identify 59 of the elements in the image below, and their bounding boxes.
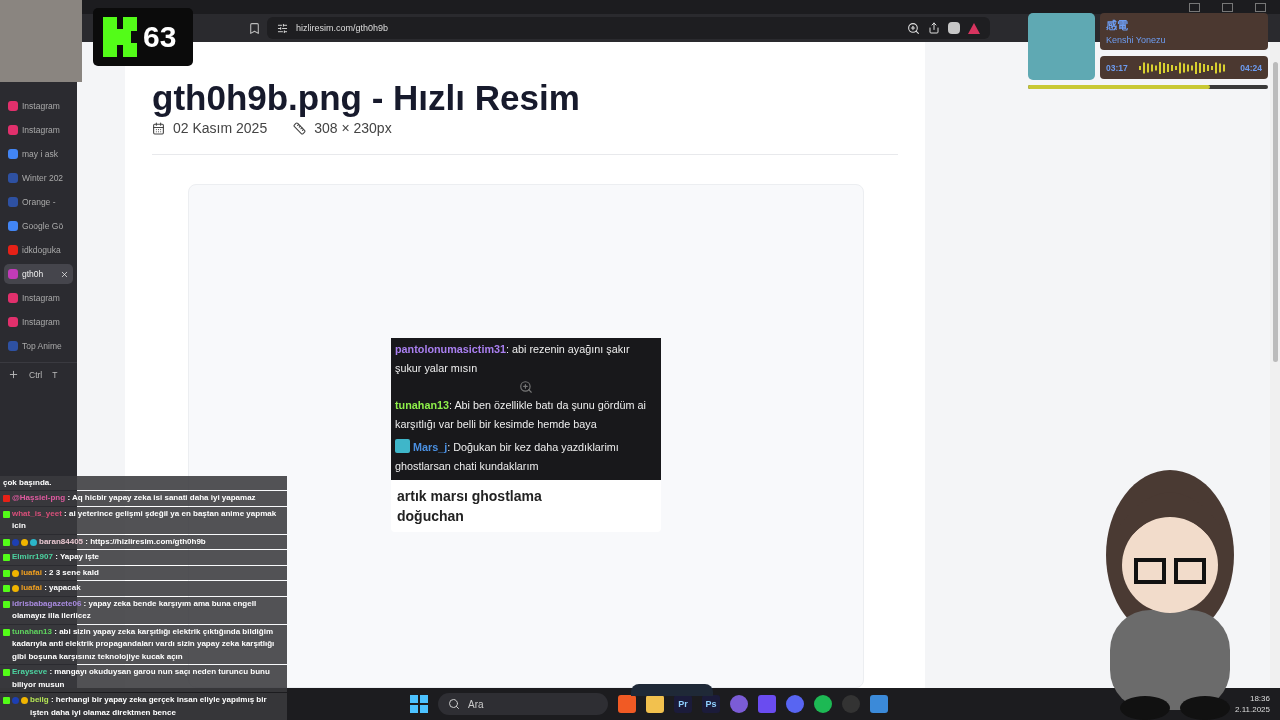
chat-message: what_is_yeet : ai yeterince gelişmi şdeğil ya en baştan anime yapmak icin <box>12 507 278 532</box>
search-icon <box>448 698 460 710</box>
counter-badge: 63 <box>93 8 193 66</box>
chat-message: Erayseve : mangayı okuduysan garou nun saçı neden turuncu bunu biliyor musun <box>12 666 271 691</box>
chat-message: idrisbabagazete06 : yapay zeka bende karşıyım ama buna engell olamayız illa ilerlicez <box>12 597 258 622</box>
chat-screenshot[interactable] <box>391 338 661 532</box>
chat-message: @Haşsiel-png : Aq hicbir yapay zeka isi sanati daha iyi yapamaz <box>12 492 257 504</box>
new-tab-icon[interactable] <box>8 369 19 380</box>
share-icon[interactable] <box>928 22 940 34</box>
browser-tab[interactable]: Winter 202 <box>4 168 73 188</box>
zoom-icon[interactable] <box>907 21 920 35</box>
shortcut-key: Ctrl <box>29 369 43 380</box>
chat-message: luafai : yapacak <box>21 582 82 594</box>
browser-tab[interactable]: Top Anime <box>4 336 73 356</box>
screenshot-message: Mars_j: Doğukan bir kez daha yazdıklarimı ghostlarsan chati kundaklarım <box>395 438 620 474</box>
song-title: 感電 <box>1106 18 1129 33</box>
close-button[interactable] <box>1255 2 1266 12</box>
shortcut-key: T <box>52 369 58 380</box>
triangle-icon[interactable] <box>968 22 980 34</box>
clock[interactable]: 18:36 2.11.2025 <box>1235 693 1270 715</box>
close-tab-icon[interactable] <box>60 269 69 279</box>
screenshot-caption: doğuchan <box>397 507 465 526</box>
elapsed-time: 03:17 <box>1106 62 1128 73</box>
screenshot-message: pantolonumasictim31: abi rezenin ayağını şakır şukur yalar mısın <box>395 342 631 376</box>
minimize-button[interactable] <box>1189 2 1200 12</box>
browser-tab[interactable]: Orange - <box>4 192 73 212</box>
total-time: 04:24 <box>1240 62 1262 73</box>
browser-tab[interactable]: Instagram <box>4 120 73 140</box>
browser-tab[interactable]: idkdoguka <box>4 240 73 260</box>
browser-tab[interactable]: Google Gö <box>4 216 73 236</box>
song-artist: Kenshi Yonezu <box>1106 35 1167 45</box>
album-art-placeholder <box>1028 13 1095 80</box>
chat-message: Elmirr1907 : Yapay işte <box>12 551 101 563</box>
image-dimensions: 308 × 230px <box>314 120 392 136</box>
maximize-button[interactable] <box>1222 2 1233 12</box>
screenshot-caption: artık marsı ghostlama <box>397 487 543 506</box>
upload-date: 02 Kasım 2025 <box>173 120 268 136</box>
address-bar[interactable]: hizliresim.com/gth0h9b <box>267 17 990 39</box>
chat-message: çok başında. <box>3 476 53 489</box>
chat-badge-icon <box>12 585 19 592</box>
ruler-icon <box>293 121 307 135</box>
browser-tab[interactable]: Instagram <box>4 288 73 308</box>
chat-message: tunahan13 : abi sizin yapay zeka karşıtlığı elektrik çıktığında bildiğim kadarıyla anti elektrik propagandaları vardı sizin yapay zeka karşıtlığı gibi boşuna karşısınız teknolojiye kucak açın <box>12 625 276 663</box>
scrollbar-thumb[interactable] <box>1272 62 1278 362</box>
chat-message: baran84405 : https://hizliresim.com/gth0h9b <box>39 535 207 548</box>
calendar-icon <box>152 121 165 135</box>
app-icon[interactable]: Ps <box>702 695 720 713</box>
windows-logo-icon[interactable] <box>410 695 428 713</box>
screenshot-message: tunahan13: Abi ben özellikle batı da şunu gördüm ai karşıtlığı var belli bir kesimde hemde baya <box>395 398 647 432</box>
browser-tab[interactable]: Instagram <box>4 312 73 332</box>
chat-message: beilg : herhangi bir yapay zeka gerçek insan eliyle yapılmış bir işten daha iyi olamaz direktmen bence <box>30 694 268 719</box>
site-settings-icon[interactable] <box>277 22 288 34</box>
browser-tab[interactable]: may i ask <box>4 144 73 164</box>
browser-tab[interactable]: Instagram <box>4 96 73 116</box>
search-field[interactable]: Ara <box>438 693 608 715</box>
chat-message: luafai : 2 3 sene kald <box>21 566 100 579</box>
browser-tab[interactable]: gth0h <box>4 264 73 284</box>
bookmark-icon[interactable] <box>248 21 261 35</box>
page-title: gth0h9b.png - Hızlı Resim <box>152 78 581 118</box>
